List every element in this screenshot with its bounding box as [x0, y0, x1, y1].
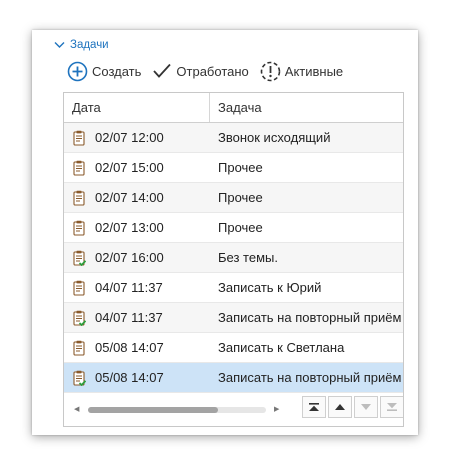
cell-task: Звонок исходящий — [210, 123, 403, 152]
column-header-task[interactable]: Задача — [210, 93, 403, 122]
row-date-text: 02/07 16:00 — [95, 250, 164, 265]
scroll-right-arrow-icon[interactable]: ▶ — [274, 406, 279, 414]
scrollbar-thumb[interactable] — [88, 407, 218, 413]
clipboard-icon — [73, 280, 85, 296]
create-label: Создать — [92, 63, 142, 79]
clipboard-icon — [73, 160, 85, 176]
clipboard-check-icon — [73, 310, 86, 326]
first-page-button[interactable] — [302, 396, 326, 418]
row-date-text: 04/07 11:37 — [95, 280, 163, 295]
cell-task: Записать на повторный приём — [210, 363, 403, 392]
first-page-icon — [309, 403, 319, 411]
scroll-left-arrow-icon[interactable]: ◀ — [74, 406, 79, 414]
cell-task: Записать на повторный приём — [210, 303, 403, 332]
clipboard-check-icon — [73, 370, 86, 386]
table-footer: ◀ ▶ — [64, 396, 403, 426]
pager — [300, 396, 403, 418]
section-title: Задачи — [70, 39, 109, 51]
cell-date: 04/07 11:37 — [64, 303, 210, 332]
row-date-text: 05/08 14:07 — [95, 370, 164, 385]
last-page-button[interactable] — [380, 396, 403, 418]
next-page-button[interactable] — [354, 396, 378, 418]
clipboard-check-icon — [73, 250, 86, 266]
cell-date: 02/07 16:00 — [64, 243, 210, 272]
previous-page-button[interactable] — [328, 396, 352, 418]
cell-task: Прочее — [210, 183, 403, 212]
table-row[interactable]: 05/08 14:07 Записать к Светлана — [64, 333, 403, 363]
table-row[interactable]: 05/08 14:07 Записать на повторный приём — [64, 363, 403, 393]
triangle-down-icon — [361, 404, 371, 410]
plus-circle-icon — [67, 61, 88, 81]
cell-task: Прочее — [210, 213, 403, 242]
cell-task: Прочее — [210, 153, 403, 182]
horizontal-scrollbar[interactable]: ◀ ▶ — [74, 405, 280, 415]
table-row[interactable]: 04/07 11:37 Записать к Юрий — [64, 273, 403, 303]
row-task-text: Прочее — [218, 160, 263, 175]
clipboard-icon — [73, 340, 85, 356]
create-button[interactable]: Создать — [67, 61, 141, 82]
clipboard-icon — [73, 220, 85, 236]
row-task-text: Записать к Юрий — [218, 280, 322, 295]
tasks-table: Дата Задача 02/07 12:00 Звонок исходящий 0… — [63, 92, 404, 427]
cell-date: 02/07 13:00 — [64, 213, 210, 242]
row-task-text: Прочее — [218, 220, 263, 235]
table-row[interactable]: 02/07 12:00 Звонок исходящий — [64, 123, 403, 153]
table-header: Дата Задача — [64, 93, 403, 123]
row-task-text: Записать на повторный приём — [218, 370, 402, 385]
row-date-text: 02/07 13:00 — [95, 220, 164, 235]
row-date-text: 02/07 14:00 — [95, 190, 164, 205]
row-date-text: 02/07 12:00 — [95, 130, 164, 145]
row-task-text: Записать к Светлана — [218, 340, 345, 355]
triangle-up-icon — [335, 404, 345, 410]
table-row[interactable]: 02/07 15:00 Прочее — [64, 153, 403, 183]
row-date-text: 02/07 15:00 — [95, 160, 164, 175]
active-label: Активные — [284, 63, 344, 79]
done-button[interactable]: Отработано — [152, 62, 249, 80]
table-row[interactable]: 02/07 14:00 Прочее — [64, 183, 403, 213]
column-header-date[interactable]: Дата — [64, 93, 210, 122]
cell-date: 02/07 12:00 — [64, 123, 210, 152]
cell-date: 04/07 11:37 — [64, 273, 210, 302]
checkmark-icon — [153, 63, 172, 78]
clipboard-icon — [73, 190, 85, 206]
cell-date: 02/07 14:00 — [64, 183, 210, 212]
row-task-text: Звонок исходящий — [218, 130, 331, 145]
cell-date: 02/07 15:00 — [64, 153, 210, 182]
exclamation-dashed-circle-icon — [260, 61, 281, 81]
table-row[interactable]: 04/07 11:37 Записать на повторный приём — [64, 303, 403, 333]
row-task-text: Записать на повторный приём — [218, 310, 402, 325]
cell-date: 05/08 14:07 — [64, 363, 210, 392]
cell-task: Записать к Светлана — [210, 333, 403, 362]
cell-task: Записать к Юрий — [210, 273, 403, 302]
cell-task: Без темы. — [210, 243, 403, 272]
scrollbar-track[interactable] — [88, 407, 266, 413]
row-date-text: 05/08 14:07 — [95, 340, 164, 355]
cell-date: 05/08 14:07 — [64, 333, 210, 362]
table-row[interactable]: 02/07 13:00 Прочее — [64, 213, 403, 243]
table-row[interactable]: 02/07 16:00 Без темы. — [64, 243, 403, 273]
row-task-text: Без темы. — [218, 250, 278, 265]
clipboard-icon — [73, 130, 85, 146]
toolbar: Создать Отработано Активные — [67, 59, 354, 83]
row-date-text: 04/07 11:37 — [95, 310, 163, 325]
active-button[interactable]: Активные — [260, 61, 343, 82]
row-task-text: Прочее — [218, 190, 263, 205]
table-body: 02/07 12:00 Звонок исходящий 02/07 15:00 Пр… — [64, 123, 403, 393]
done-label: Отработано — [176, 63, 249, 79]
chevron-down-icon — [54, 42, 65, 48]
last-page-icon — [387, 403, 397, 411]
section-header-tasks[interactable]: Задачи — [54, 37, 109, 53]
